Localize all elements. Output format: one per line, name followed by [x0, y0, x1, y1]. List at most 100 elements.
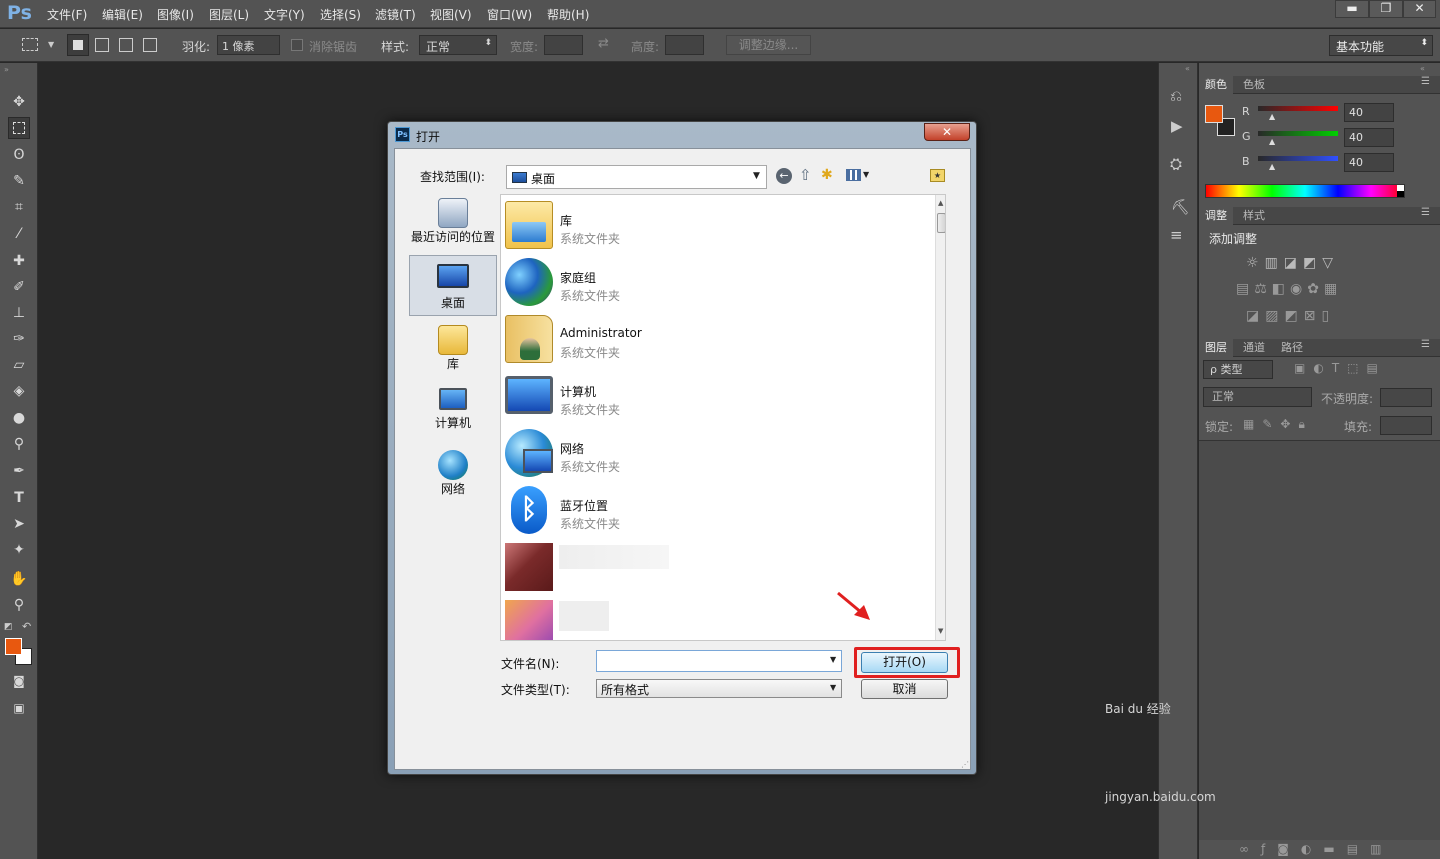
- tab-channels[interactable]: 通道: [1237, 339, 1271, 357]
- opacity-input[interactable]: [1380, 388, 1432, 407]
- menu-window[interactable]: 窗口(W): [487, 6, 532, 23]
- quick-mask-icon[interactable]: ◙: [8, 670, 30, 692]
- vibrance-icon[interactable]: ▽: [1322, 255, 1339, 271]
- scroll-thumb[interactable]: [937, 213, 945, 233]
- resize-grip-icon[interactable]: ⋰: [961, 760, 969, 769]
- chevron-down-icon[interactable]: ▼: [48, 40, 54, 49]
- tab-layers[interactable]: 图层: [1199, 339, 1233, 357]
- pen-tool-icon[interactable]: ✒: [8, 460, 30, 482]
- exposure-icon[interactable]: ◩: [1303, 255, 1322, 271]
- file-item-network[interactable]: 网络 系统文件夹: [505, 425, 925, 482]
- type-filter-icon[interactable]: T: [1332, 361, 1347, 375]
- hue-saturation-icon[interactable]: ▤: [1236, 281, 1254, 297]
- layer-style-icon[interactable]: ƒ: [1261, 842, 1277, 856]
- lock-transparent-icon[interactable]: ▦: [1243, 417, 1262, 431]
- place-recent[interactable]: 最近访问的位置: [409, 194, 497, 252]
- file-item-homegroup[interactable]: 家庭组 系统文件夹: [505, 254, 925, 311]
- height-input[interactable]: [665, 35, 704, 55]
- filename-input[interactable]: ▼: [596, 650, 842, 672]
- stamp-tool-icon[interactable]: ⊥: [8, 302, 30, 324]
- color-spectrum-bar[interactable]: [1205, 184, 1405, 198]
- new-layer-icon[interactable]: ▤: [1347, 842, 1370, 856]
- foreground-color-swatch[interactable]: [5, 638, 22, 655]
- adjustment-layer-icon[interactable]: ◐: [1301, 842, 1323, 856]
- screen-mode-icon[interactable]: ▣: [8, 697, 30, 719]
- photo-filter-icon[interactable]: ◉: [1290, 281, 1307, 297]
- back-icon[interactable]: ←: [776, 168, 792, 184]
- add-mask-icon[interactable]: ◙: [1277, 842, 1301, 856]
- paint-bucket-tool-icon[interactable]: ◈: [8, 380, 30, 402]
- menu-edit[interactable]: 编辑(E): [102, 6, 143, 23]
- levels-icon[interactable]: ▥: [1265, 255, 1284, 271]
- link-layers-icon[interactable]: ∞: [1239, 842, 1261, 856]
- actions-panel-icon[interactable]: ▶: [1171, 117, 1183, 135]
- view-menu-icon[interactable]: [846, 169, 861, 181]
- swap-colors-icon[interactable]: ↶: [22, 620, 31, 633]
- color-lookup-icon[interactable]: ▦: [1324, 281, 1342, 297]
- place-computer[interactable]: 计算机: [409, 384, 497, 439]
- cancel-button[interactable]: 取消: [861, 679, 948, 699]
- antialias-checkbox[interactable]: [291, 39, 303, 51]
- shape-tool-icon[interactable]: ✦: [8, 539, 30, 561]
- blur-tool-icon[interactable]: ●: [8, 407, 30, 429]
- new-selection-icon[interactable]: [67, 34, 89, 56]
- tab-color[interactable]: 颜色: [1199, 76, 1233, 94]
- threshold-icon[interactable]: ◩: [1284, 308, 1303, 324]
- scroll-down-icon[interactable]: ▼: [938, 627, 943, 635]
- menu-file[interactable]: 文件(F): [47, 6, 87, 23]
- panel-menu-icon[interactable]: ☰: [1421, 76, 1430, 87]
- expand-icon[interactable]: «: [1185, 64, 1190, 73]
- default-colors-icon[interactable]: ◩: [4, 622, 13, 632]
- layers-list[interactable]: [1199, 440, 1440, 840]
- hand-tool-icon[interactable]: ✋: [8, 568, 30, 590]
- black-white-icon[interactable]: ◧: [1272, 281, 1290, 297]
- place-library[interactable]: 库: [409, 321, 497, 376]
- menu-filter[interactable]: 滤镜(T): [375, 6, 416, 23]
- refine-edge-button[interactable]: 调整边缘...: [726, 35, 811, 55]
- menu-help[interactable]: 帮助(H): [547, 6, 589, 23]
- blend-mode-select[interactable]: 正常: [1203, 387, 1312, 407]
- file-item-bluetooth[interactable]: ᛒ 蓝牙位置 系统文件夹: [505, 482, 925, 539]
- panel-menu-icon[interactable]: ☰: [1421, 339, 1430, 350]
- dialog-close-button[interactable]: ✕: [924, 123, 970, 141]
- move-tool-icon[interactable]: ✥: [8, 91, 30, 113]
- blurred-file-thumbnail[interactable]: [505, 600, 553, 640]
- brush-presets-icon[interactable]: ≡: [1170, 226, 1183, 244]
- properties-panel-icon[interactable]: ⛭: [1170, 155, 1182, 173]
- channel-g-slider[interactable]: [1258, 131, 1338, 136]
- color-balance-icon[interactable]: ⚖: [1254, 281, 1272, 297]
- slider-thumb-icon[interactable]: ▲: [1269, 112, 1275, 121]
- lock-pixels-icon[interactable]: ✎: [1262, 417, 1280, 431]
- healing-brush-tool-icon[interactable]: ✚: [8, 250, 30, 272]
- slider-thumb-icon[interactable]: ▲: [1269, 137, 1275, 146]
- workspace-select[interactable]: 基本功能 ⬍: [1329, 35, 1433, 56]
- swap-icon[interactable]: ⇄: [598, 36, 609, 51]
- intersect-selection-icon[interactable]: [143, 38, 157, 52]
- expand-icon[interactable]: «: [1420, 64, 1425, 73]
- channel-g-input[interactable]: 40: [1344, 128, 1394, 147]
- channel-mixer-icon[interactable]: ✿: [1307, 281, 1324, 297]
- file-item-computer[interactable]: 计算机 系统文件夹: [505, 368, 925, 425]
- style-select[interactable]: 正常 ⬍: [419, 35, 497, 55]
- fill-input[interactable]: [1380, 416, 1432, 435]
- channel-r-slider[interactable]: [1258, 106, 1338, 111]
- lock-position-icon[interactable]: ✥: [1280, 417, 1298, 431]
- tab-paths[interactable]: 路径: [1275, 339, 1309, 357]
- menu-view[interactable]: 视图(V): [430, 6, 472, 23]
- path-select-tool-icon[interactable]: ➤: [8, 513, 30, 535]
- width-input[interactable]: [544, 35, 583, 55]
- place-desktop[interactable]: 桌面: [409, 255, 497, 316]
- new-folder-icon[interactable]: ✱: [821, 167, 833, 183]
- black-white-swatch[interactable]: [1397, 185, 1404, 197]
- scroll-up-icon[interactable]: ▲: [938, 199, 943, 207]
- selective-color-icon[interactable]: ⊠: [1304, 308, 1322, 324]
- restore-button[interactable]: ❐: [1369, 0, 1403, 18]
- channel-r-input[interactable]: 40: [1344, 103, 1394, 122]
- lasso-tool-icon[interactable]: ʘ: [8, 144, 30, 166]
- menu-layer[interactable]: 图层(L): [209, 6, 249, 23]
- file-item-library[interactable]: 库 系统文件夹: [505, 197, 925, 254]
- shape-filter-icon[interactable]: ⬚: [1347, 361, 1366, 375]
- brightness-icon[interactable]: ☼: [1246, 255, 1265, 271]
- tab-styles[interactable]: 样式: [1237, 207, 1271, 225]
- open-button[interactable]: 打开(O): [861, 652, 948, 673]
